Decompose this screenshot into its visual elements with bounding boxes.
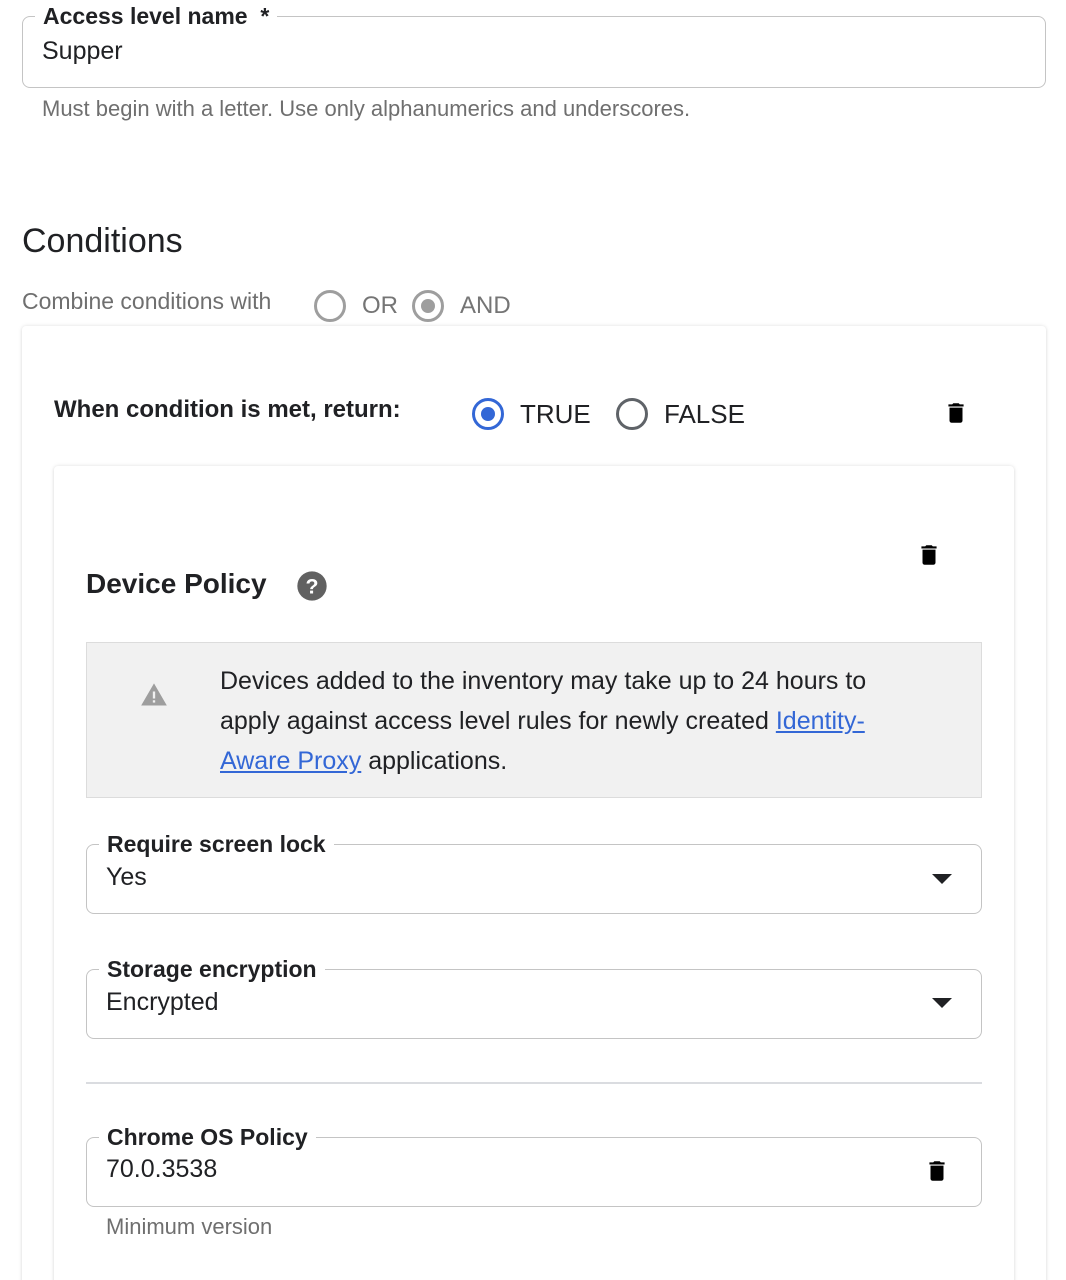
return-true-label[interactable]: TRUE [520, 399, 591, 430]
return-label: When condition is met, return: [54, 396, 401, 423]
delete-condition-trash-icon[interactable] [943, 398, 969, 428]
conditions-title: Conditions [22, 222, 183, 260]
notice-text: Devices added to the inventory may take … [220, 667, 867, 775]
return-true-radio[interactable] [472, 398, 504, 430]
device-policy-card: Device Policy ? Devices added to the inv… [54, 466, 1014, 1280]
device-policy-title: Device Policy [86, 568, 267, 599]
return-false-label[interactable]: FALSE [664, 399, 745, 430]
require-screen-lock-value: Yes [106, 863, 147, 891]
condition-card: When condition is met, return: TRUE FALS… [22, 326, 1046, 1280]
delete-device-policy-trash-icon[interactable] [916, 540, 942, 570]
return-false-radio[interactable] [616, 398, 648, 430]
arrow-drop-down-icon[interactable] [932, 874, 952, 884]
access-level-name-input[interactable]: Supper [42, 37, 123, 66]
help-circle-icon[interactable]: ? [296, 570, 328, 602]
chrome-os-helper: Minimum version [106, 1214, 273, 1239]
combine-conditions-label: Combine conditions with [22, 288, 272, 314]
chrome-os-version-input[interactable]: 70.0.3538 [106, 1155, 217, 1184]
combine-or-radio[interactable] [314, 290, 346, 322]
combine-and-label[interactable]: AND [460, 292, 511, 320]
delete-chrome-os-trash-icon[interactable] [924, 1156, 950, 1186]
arrow-drop-down-icon[interactable] [932, 998, 952, 1008]
chrome-os-policy-field[interactable]: Chrome OS Policy 70.0.3538 [86, 1124, 982, 1207]
access-level-name-helper: Must begin with a letter. Use only alpha… [42, 96, 691, 121]
storage-encryption-value: Encrypted [106, 988, 219, 1016]
chrome-os-policy-label: Chrome OS Policy [99, 1124, 316, 1150]
access-level-name-label: Access level name * [35, 3, 278, 29]
require-screen-lock-label: Require screen lock [99, 831, 334, 857]
svg-text:?: ? [305, 574, 318, 598]
storage-encryption-select[interactable]: Storage encryption Encrypted [86, 956, 982, 1039]
storage-encryption-label: Storage encryption [99, 956, 325, 982]
inventory-notice: Devices added to the inventory may take … [86, 642, 982, 798]
require-screen-lock-select[interactable]: Require screen lock Yes [86, 831, 982, 914]
warning-triangle-icon [141, 683, 167, 706]
combine-or-label[interactable]: OR [362, 292, 398, 320]
access-level-name-field[interactable]: Access level name * Supper [22, 3, 1046, 88]
section-divider [86, 1082, 982, 1084]
combine-and-radio[interactable] [412, 290, 444, 322]
